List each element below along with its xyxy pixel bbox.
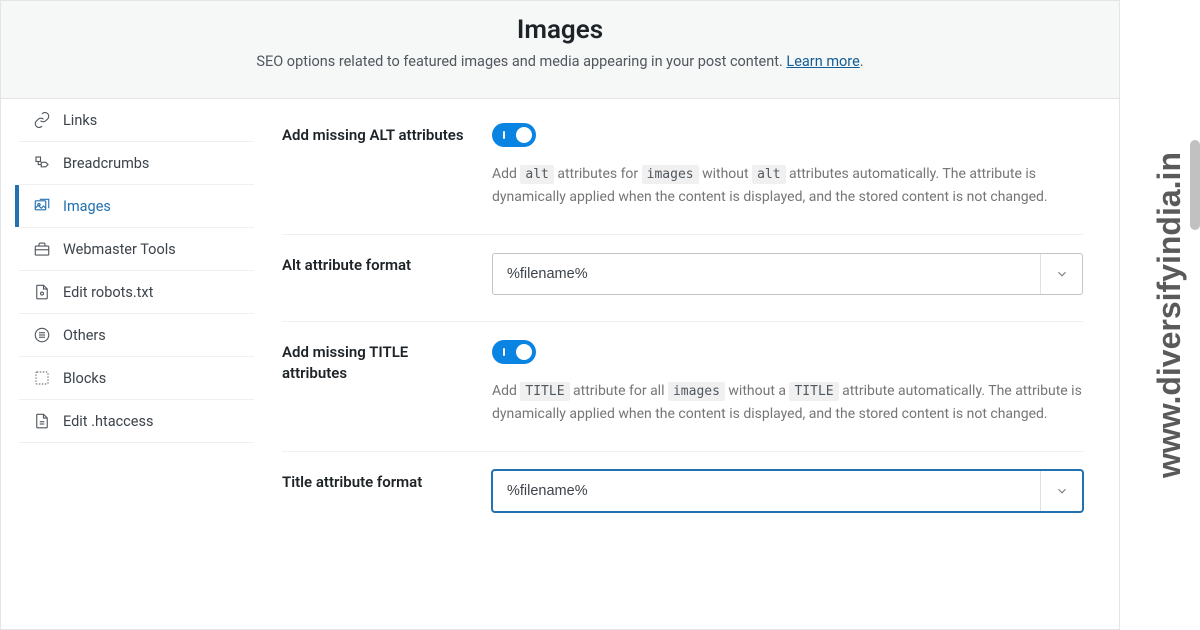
- title-format-select[interactable]: [492, 470, 1083, 512]
- sidebar-item-label: Blocks: [63, 370, 106, 387]
- sidebar-item-breadcrumbs[interactable]: Breadcrumbs: [19, 142, 254, 185]
- title-toggle-label: Add missing TITLE attributes: [282, 340, 472, 425]
- title-help-text: Add TITLE attribute for all images witho…: [492, 380, 1083, 425]
- breadcrumbs-icon: [33, 154, 51, 172]
- title-toggle[interactable]: [492, 340, 536, 364]
- links-icon: [33, 111, 51, 129]
- alt-toggle-label: Add missing ALT attributes: [282, 123, 472, 208]
- page-title: Images: [21, 15, 1099, 45]
- file-robot-icon: [33, 283, 51, 301]
- alt-toggle[interactable]: [492, 123, 536, 147]
- settings-main: Add missing ALT attributes Add alt attri…: [254, 99, 1119, 538]
- sidebar-item-others[interactable]: Others: [19, 314, 254, 357]
- sidebar-item-label: Webmaster Tools: [63, 241, 176, 258]
- file-code-icon: [33, 412, 51, 430]
- images-icon: [33, 197, 51, 215]
- page-subtitle: SEO options related to featured images a…: [21, 53, 1099, 70]
- sidebar-item-label: Links: [63, 112, 97, 129]
- sidebar-item-images[interactable]: Images: [19, 185, 254, 228]
- page-header: Images SEO options related to featured i…: [1, 1, 1119, 99]
- sidebar-item-label: Edit .htaccess: [63, 413, 153, 430]
- sidebar-item-blocks[interactable]: Blocks: [19, 357, 254, 400]
- settings-sidebar: Links Breadcrumbs Images Webmaster Tools…: [19, 99, 254, 538]
- watermark-text: www.diversifyindia.in: [1151, 152, 1188, 478]
- sidebar-item-edit-robots[interactable]: Edit robots.txt: [19, 271, 254, 314]
- learn-more-link[interactable]: Learn more: [786, 53, 859, 70]
- sidebar-item-label: Edit robots.txt: [63, 284, 153, 301]
- chevron-down-icon[interactable]: [1040, 254, 1082, 294]
- sidebar-item-label: Others: [63, 327, 106, 344]
- chevron-down-icon[interactable]: [1040, 471, 1082, 511]
- sidebar-item-links[interactable]: Links: [19, 99, 254, 142]
- sidebar-item-webmaster-tools[interactable]: Webmaster Tools: [19, 228, 254, 271]
- sidebar-item-edit-htaccess[interactable]: Edit .htaccess: [19, 400, 254, 443]
- sidebar-item-label: Images: [63, 198, 111, 215]
- sidebar-item-label: Breadcrumbs: [63, 155, 149, 172]
- alt-format-input[interactable]: [493, 254, 1040, 294]
- scrollbar-thumb[interactable]: [1190, 140, 1200, 230]
- blocks-icon: [33, 369, 51, 387]
- alt-format-select[interactable]: [492, 253, 1083, 295]
- toolbox-icon: [33, 240, 51, 258]
- title-format-input[interactable]: [493, 471, 1040, 511]
- alt-help-text: Add alt attributes for images without al…: [492, 163, 1083, 208]
- list-icon: [33, 326, 51, 344]
- alt-format-label: Alt attribute format: [282, 253, 472, 295]
- title-format-label: Title attribute format: [282, 470, 472, 512]
